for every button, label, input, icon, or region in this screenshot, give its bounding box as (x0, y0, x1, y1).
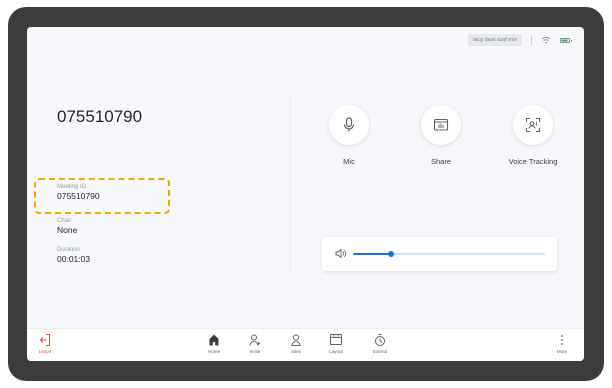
voice-tracking-label: Voice Tracking (508, 157, 558, 166)
share-control[interactable]: Share (401, 105, 481, 166)
duration-value: 00:01:03 (57, 254, 91, 264)
mic-button[interactable] (329, 105, 369, 145)
layout-button[interactable]: Layout (318, 333, 354, 354)
voice-tracking-control[interactable]: Voice Tracking (493, 105, 573, 166)
volume-slider-track[interactable] (353, 251, 545, 257)
wifi-icon (541, 37, 551, 44)
layout-icon (330, 334, 342, 345)
invite-label: Invite (249, 349, 261, 354)
speaker-icon[interactable] (335, 248, 347, 259)
invite-icon (249, 334, 260, 346)
volume-card (322, 237, 557, 271)
home-icon (209, 334, 219, 346)
extend-label: Extend (372, 349, 387, 354)
share-button[interactable] (421, 105, 461, 145)
mic-control[interactable]: Mic (309, 105, 389, 166)
meeting-id-value: 075510790 (57, 191, 100, 201)
more-button[interactable]: More (544, 333, 580, 354)
mic-icon (343, 117, 355, 132)
duration-label: Duration (57, 247, 80, 253)
home-label: Home (207, 349, 220, 354)
share-screen-icon (433, 118, 449, 131)
invite-button[interactable]: Invite (237, 333, 273, 354)
home-button[interactable]: Home (196, 333, 232, 354)
chair-label: Chair (57, 218, 72, 224)
extend-button[interactable]: Extend (362, 333, 398, 354)
sites-label: Sites (290, 349, 301, 354)
share-label: Share (430, 157, 451, 166)
more-label: More (556, 349, 568, 354)
status-bar: iacg daat szaf mw (467, 34, 572, 46)
conference-number: 075510790 (57, 107, 143, 126)
meeting-id-block: Meeting ID 075510790 (57, 184, 100, 201)
status-divider (531, 35, 532, 45)
duration-block: Duration 00:01:03 (57, 247, 90, 264)
meeting-id-highlight (34, 178, 170, 214)
meeting-id-label: Meeting ID (57, 184, 87, 190)
layout-label: Layout (329, 349, 343, 354)
leave-button[interactable]: Leave (27, 333, 63, 354)
chair-value: None (57, 225, 78, 235)
battery-icon (560, 37, 572, 43)
chair-block: Chair None (57, 218, 77, 235)
status-label: iacg daat szaf mw (467, 34, 522, 46)
leave-label: Leave (38, 349, 52, 354)
meeting-screen: iacg daat szaf mw 075510790 Meeting ID 0… (27, 27, 584, 361)
more-icon (561, 335, 563, 345)
panel-divider (290, 97, 291, 272)
sites-button[interactable]: Sites (278, 333, 314, 354)
mic-label: Mic (343, 157, 355, 166)
volume-slider-thumb[interactable] (388, 251, 395, 257)
bottom-toolbar: Leave Home Invite Sites Layout Extend Mo… (27, 328, 584, 361)
volume-slider-fill (353, 253, 392, 255)
voice-tracking-button[interactable] (513, 105, 553, 145)
leave-icon (39, 333, 51, 347)
sites-icon (291, 334, 301, 346)
voice-tracking-icon (525, 117, 541, 133)
extend-timer-icon (375, 334, 385, 346)
